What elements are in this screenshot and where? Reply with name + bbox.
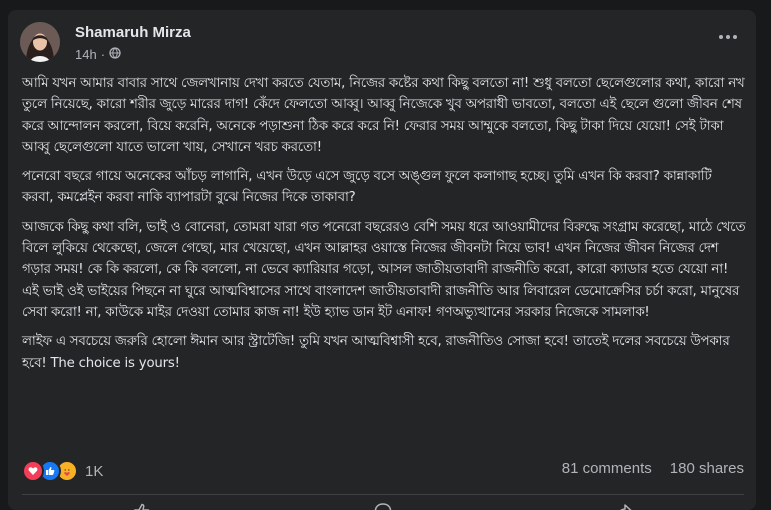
post-timestamp[interactable]: 14h: [75, 47, 97, 62]
globe-icon: [109, 47, 121, 62]
reaction-count: 1K: [85, 462, 104, 480]
engagement-counts: 81 comments 180 shares: [562, 460, 744, 477]
meta-separator: ·: [100, 47, 106, 62]
post-actions: [22, 496, 744, 510]
like-outline-icon: [134, 503, 150, 510]
comment-icon: [374, 503, 392, 510]
reactions-summary[interactable]: 1K: [22, 460, 103, 482]
more-options-icon[interactable]: [714, 28, 742, 46]
post-paragraph: পনেরো বছরে গায়ে অনেকের আঁচড় লাগানি, এখ…: [22, 169, 712, 206]
post-card: Shamaruh Mirza 14h · আমি যখন আমার বাবার …: [8, 10, 756, 510]
post-stats: 1K 81 comments 180 shares: [22, 460, 744, 484]
post-body: আমি যখন আমার বাবার সাথে জেলখানায় দেখা ক…: [22, 73, 746, 382]
share-icon: [619, 504, 632, 510]
author-name[interactable]: Shamaruh Mirza: [75, 24, 191, 41]
comments-count[interactable]: 81 comments: [562, 460, 652, 477]
avatar[interactable]: [20, 22, 60, 62]
stats-divider: [22, 494, 744, 495]
share-button[interactable]: [503, 496, 744, 510]
post-paragraph: আজকে কিছু কথা বলি, ভাই ও বোনেরা, তোমরা য…: [22, 219, 746, 320]
love-icon: [22, 460, 44, 482]
comment-button[interactable]: [263, 496, 504, 510]
post-paragraph: আমি যখন আমার বাবার সাথে জেলখানায় দেখা ক…: [22, 76, 745, 155]
post-paragraph: লাইফ এ সবচেয়ে জরুরি হোলো ঈমান আর স্ট্রা…: [22, 334, 730, 371]
like-button[interactable]: [22, 496, 263, 510]
shares-count[interactable]: 180 shares: [670, 460, 744, 477]
post-meta: 14h ·: [75, 47, 121, 62]
